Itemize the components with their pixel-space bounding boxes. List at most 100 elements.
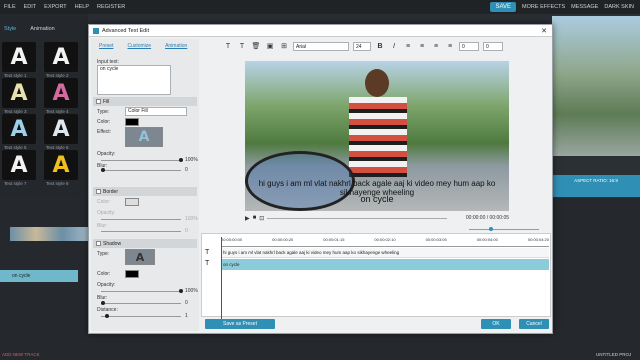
menu-right: SAVE MORE EFFECTS MESSAGE DARK SKIN — [490, 2, 640, 12]
font-size-select[interactable]: 24 — [353, 41, 371, 51]
text-track-row-selected[interactable]: on cycle — [221, 259, 549, 270]
video-clip[interactable] — [10, 227, 88, 241]
add-track-button[interactable]: ADD NEW TRACK — [2, 352, 40, 357]
shadow-distance-knob[interactable] — [105, 314, 109, 318]
shadow-opacity-label: Opacity: — [97, 282, 116, 288]
seek-bar[interactable] — [267, 217, 448, 219]
text-clip[interactable]: on cycle — [0, 270, 78, 282]
text-style-tile[interactable]: A — [44, 150, 78, 180]
shadow-distance-slider[interactable] — [101, 316, 181, 317]
fill-blur-slider[interactable] — [101, 170, 181, 171]
person-body — [349, 97, 407, 177]
input-text-field[interactable]: on cycle — [97, 65, 171, 95]
border-color-swatch[interactable] — [125, 198, 139, 206]
message-button[interactable]: MESSAGE — [571, 4, 598, 10]
ruler-tick: 00:00:04:00 — [476, 237, 498, 242]
menu-edit[interactable]: EDIT — [20, 4, 41, 10]
aspect-ratio-bar[interactable]: ASPECT RATIO: 16:9 — [552, 175, 640, 197]
tab-customize[interactable]: Customize — [127, 43, 151, 51]
tab-style[interactable]: Style — [4, 26, 16, 42]
text-style-tile[interactable]: A — [2, 114, 36, 144]
ok-button[interactable]: OK — [481, 319, 511, 329]
shadow-checkbox[interactable] — [96, 241, 101, 246]
dialog-titlebar: Advanced Text Edit ✕ — [89, 25, 552, 37]
border-blur-label: Blur: — [97, 223, 108, 229]
justify-icon[interactable]: ≡ — [445, 43, 455, 50]
shadow-opacity-slider[interactable] — [101, 291, 181, 292]
fill-blur-knob[interactable] — [101, 168, 105, 172]
align-icon[interactable]: ⊞ — [279, 42, 289, 50]
ruler-tick: 00:00:03:05 — [425, 237, 447, 242]
zoom-slider[interactable] — [469, 225, 551, 233]
caption-sub[interactable]: on cycle — [245, 194, 509, 204]
shadow-opacity-knob[interactable] — [179, 289, 183, 293]
line-spacing-input[interactable]: 0 — [483, 41, 503, 51]
stop-icon[interactable]: ■ — [253, 215, 257, 221]
fill-type-select[interactable]: Color Fill — [125, 107, 187, 116]
border-opacity-slider[interactable] — [101, 219, 181, 220]
fill-color-swatch[interactable] — [125, 118, 139, 126]
settings-panel: Preset Customize Animation Input text: o… — [91, 39, 199, 331]
fill-effect-label: Effect: — [97, 129, 112, 135]
text-style-tile[interactable]: A — [2, 42, 36, 72]
border-section[interactable]: Border — [93, 187, 197, 196]
text-style-tile[interactable]: A — [44, 114, 78, 144]
fill-color-label: Color: — [97, 119, 111, 125]
zoom-knob[interactable] — [489, 227, 493, 231]
fill-opacity-knob[interactable] — [179, 158, 183, 162]
aspect-ratio-label: ASPECT RATIO: 16:9 — [574, 178, 618, 183]
fill-section[interactable]: Fill — [93, 97, 197, 106]
fill-checkbox[interactable] — [96, 99, 101, 104]
align-right-icon[interactable]: ≡ — [431, 43, 441, 50]
tab-animation[interactable]: Animation — [165, 43, 187, 51]
border-checkbox[interactable] — [96, 189, 101, 194]
dialog-title: Advanced Text Edit — [102, 27, 149, 34]
align-left-icon[interactable]: ≡ — [403, 43, 413, 50]
shadow-type-preview[interactable]: A — [125, 249, 155, 265]
shadow-blur-knob[interactable] — [101, 301, 105, 305]
menu-file[interactable]: FILE — [0, 4, 20, 10]
italic-icon[interactable]: I — [389, 43, 399, 50]
text-style-tile[interactable]: A — [44, 78, 78, 108]
fill-opacity-slider[interactable] — [101, 160, 181, 161]
menu-export[interactable]: EXPORT — [40, 4, 71, 10]
save-as-preset-button[interactable]: Save as Preset — [205, 319, 275, 329]
text-style-tile[interactable]: A — [2, 150, 36, 180]
ruler-tick: 00:00:01:15 — [323, 237, 345, 242]
ruler-tick: 00:00:04:20 — [527, 237, 549, 242]
play-icon[interactable]: ▶ — [245, 215, 250, 222]
menu-help[interactable]: HELP — [71, 4, 93, 10]
text-track-row[interactable]: hi guys i am ml vlat nakhrl back agale a… — [221, 248, 549, 258]
delete-icon[interactable]: 🗑 — [251, 42, 261, 50]
text-toolbar: T T 🗑 ▣ ⊞ Arial 24 B I ≡ ≡ ≡ ≡ 0 0 — [203, 39, 551, 53]
shadow-distance-label: Distance: — [97, 307, 118, 313]
font-select[interactable]: Arial — [293, 41, 349, 51]
tab-animation[interactable]: Animation — [30, 26, 54, 42]
zoom-track[interactable] — [469, 229, 539, 230]
align-center-icon[interactable]: ≡ — [417, 43, 427, 50]
fill-label: Fill — [103, 98, 110, 105]
border-blur-slider[interactable] — [101, 231, 181, 232]
text-style-icon[interactable]: T — [237, 43, 247, 50]
shadow-blur-slider[interactable] — [101, 303, 181, 304]
add-text-icon[interactable]: T — [223, 43, 233, 50]
more-effects-button[interactable]: MORE EFFECTS — [522, 4, 565, 10]
tab-preset[interactable]: Preset — [99, 43, 113, 51]
save-button[interactable]: SAVE — [490, 2, 517, 12]
shadow-section[interactable]: Shadow — [93, 239, 197, 248]
close-icon[interactable]: ✕ — [541, 27, 547, 35]
dark-skin-button[interactable]: DARK SKIN — [604, 4, 634, 10]
shadow-color-swatch[interactable] — [125, 270, 139, 278]
text-style-tile[interactable]: A — [2, 78, 36, 108]
fill-effect-preview[interactable]: A — [125, 127, 163, 147]
text-style-tile[interactable]: A — [44, 42, 78, 72]
cancel-button[interactable]: Cancel — [519, 319, 549, 329]
shadow-label: Shadow — [103, 240, 122, 247]
menu-register[interactable]: REGISTER — [93, 4, 129, 10]
char-spacing-input[interactable]: 0 — [459, 41, 479, 51]
image-icon[interactable]: ▣ — [265, 42, 275, 50]
ruler-tick: 00:00:00:20 — [272, 237, 294, 242]
fullscreen-icon[interactable]: ⊡ — [259, 215, 264, 222]
bold-icon[interactable]: B — [375, 43, 385, 50]
playhead[interactable] — [221, 237, 222, 319]
